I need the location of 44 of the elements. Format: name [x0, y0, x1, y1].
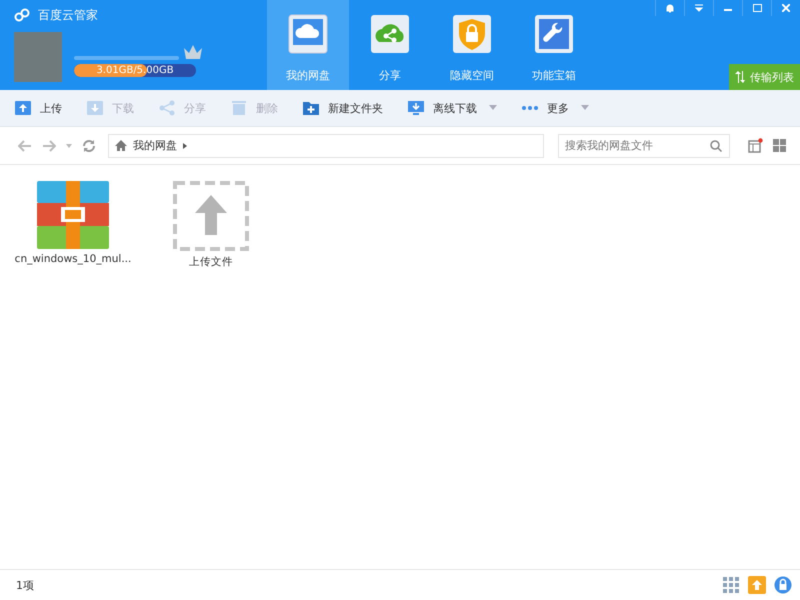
more-icon	[521, 105, 539, 111]
tools-icon	[534, 14, 574, 54]
transfer-arrows-icon	[735, 71, 745, 83]
grid-view-icon[interactable]	[773, 139, 786, 152]
file-item[interactable]: 上传文件	[154, 181, 268, 269]
back-icon[interactable]	[18, 140, 32, 152]
breadcrumb-item[interactable]: 我的网盘	[133, 138, 177, 153]
upload-icon	[173, 181, 249, 251]
avatar-photo-placeholder	[14, 32, 62, 82]
cloud-icon	[288, 14, 328, 54]
archive-icon	[37, 181, 109, 249]
item-count: 1项	[16, 578, 35, 592]
download-icon	[86, 99, 104, 117]
offline-icon	[407, 99, 425, 117]
caret-icon	[489, 105, 497, 111]
share-icon	[158, 99, 176, 117]
file-name: 上传文件	[189, 255, 233, 269]
file-name: cn_windows_10_mul...	[14, 253, 132, 265]
toolbar-button[interactable]: 新建文件夹	[302, 99, 393, 117]
lock-icon	[452, 14, 492, 54]
arrow-icon[interactable]	[183, 142, 187, 148]
lock-icon[interactable]	[774, 576, 792, 594]
crown-icon	[183, 44, 203, 60]
upload-icon[interactable]	[748, 576, 766, 594]
app-title: 百度云管家	[38, 6, 98, 24]
toolbar-button[interactable]: 离线下载	[407, 99, 507, 117]
path-bar[interactable]: 我的网盘	[108, 134, 544, 158]
share-icon	[370, 14, 410, 54]
refresh-icon[interactable]	[82, 138, 96, 152]
upload-icon	[14, 99, 32, 117]
caret-icon[interactable]	[66, 144, 72, 148]
toolbar-button[interactable]: 更多	[521, 100, 599, 116]
file-item[interactable]: cn_windows_10_mul...	[16, 181, 130, 265]
forward-icon[interactable]	[42, 140, 56, 152]
delete-icon	[230, 99, 248, 117]
grid-icon[interactable]	[722, 576, 740, 594]
search-icon	[710, 140, 722, 152]
toolbar-button[interactable]: 上传	[14, 99, 72, 117]
folder-icon	[302, 99, 320, 117]
caret-icon	[581, 105, 589, 111]
home-icon	[115, 140, 127, 151]
panel-icon[interactable]	[748, 138, 763, 153]
logo-icon	[14, 8, 32, 22]
search-field[interactable]: 搜索我的网盘文件	[558, 134, 730, 158]
